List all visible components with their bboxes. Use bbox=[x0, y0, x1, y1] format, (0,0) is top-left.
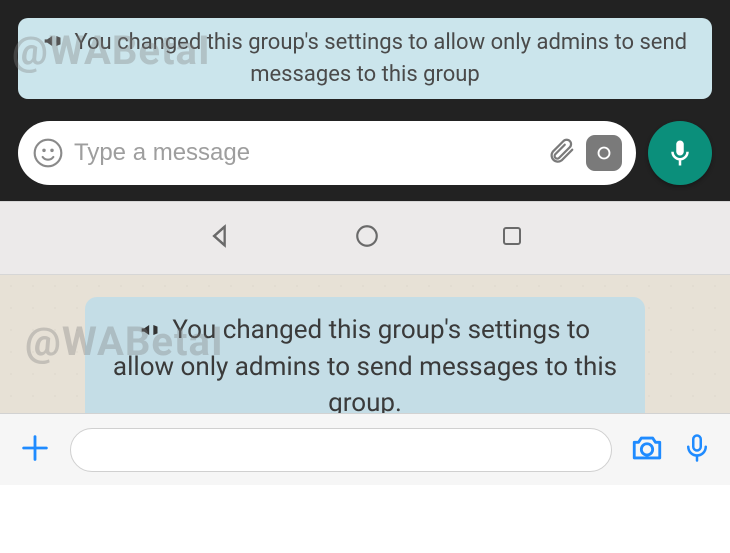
megaphone-icon bbox=[43, 30, 63, 60]
system-message-text: You changed this group's settings to all… bbox=[74, 30, 687, 87]
nav-back-icon[interactable] bbox=[206, 222, 234, 254]
nav-recents-icon[interactable] bbox=[500, 224, 524, 252]
voice-message-button[interactable] bbox=[648, 121, 712, 185]
megaphone-icon bbox=[140, 315, 160, 350]
message-input[interactable] bbox=[70, 428, 612, 472]
attachment-icon[interactable] bbox=[546, 136, 576, 170]
android-navigation-bar bbox=[0, 201, 730, 275]
ios-chat-pane: @WABetaI You changed this group's settin… bbox=[0, 275, 730, 485]
message-input-pill bbox=[18, 121, 636, 185]
system-message-text: You changed this group's settings to all… bbox=[113, 315, 617, 417]
add-button[interactable] bbox=[18, 431, 52, 469]
message-input[interactable] bbox=[74, 139, 536, 167]
microphone-icon[interactable] bbox=[682, 431, 712, 469]
system-message-bubble: @WABetaI You changed this group's settin… bbox=[18, 18, 712, 99]
android-chat-pane: @WABetaI You changed this group's settin… bbox=[0, 0, 730, 201]
nav-home-icon[interactable] bbox=[354, 223, 380, 253]
message-input-row bbox=[18, 121, 712, 185]
emoji-icon[interactable] bbox=[32, 137, 64, 169]
camera-icon[interactable] bbox=[630, 431, 664, 469]
camera-icon[interactable] bbox=[586, 135, 622, 171]
ios-input-bar bbox=[0, 413, 730, 485]
